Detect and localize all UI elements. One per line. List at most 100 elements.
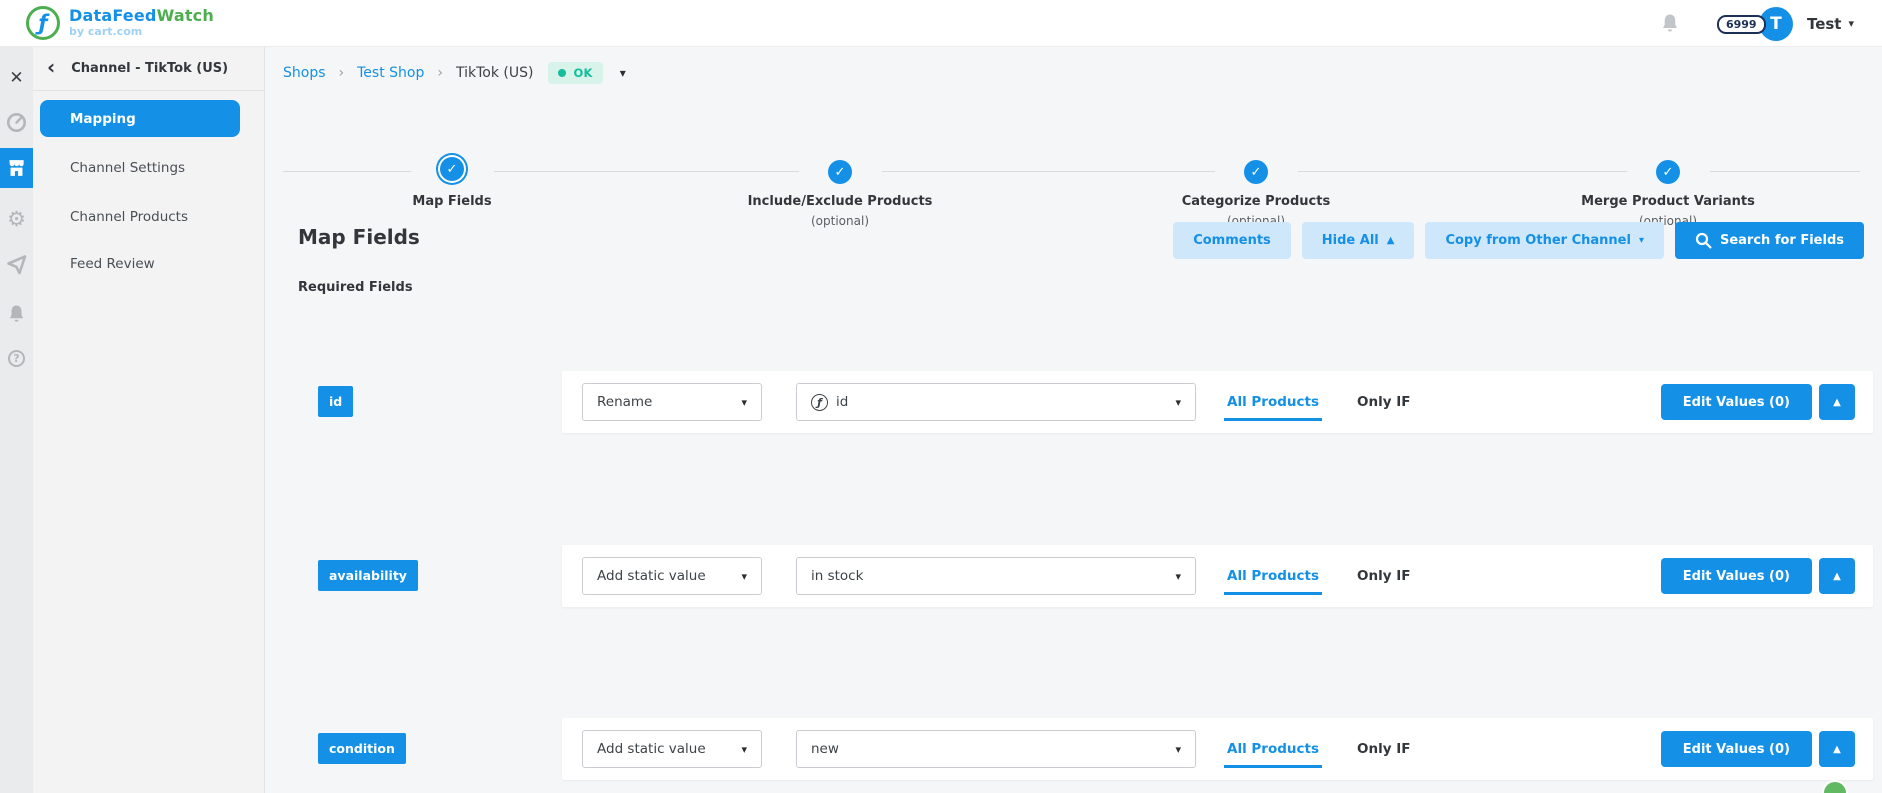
step-label-map-fields[interactable]: Map Fields	[302, 194, 602, 209]
mapping-row-card: Add static value ▾ in stock ▾ All Products…	[562, 545, 1873, 607]
step-map-fields-check-icon[interactable]: ✓	[440, 157, 464, 181]
notifications-bell-icon[interactable]	[1659, 13, 1681, 35]
icon-rail: ✕ ⚙ ?	[0, 47, 33, 793]
rail-dashboard-button[interactable]	[0, 105, 33, 139]
breadcrumb-channel: TikTok (US)	[455, 65, 534, 81]
required-fields-label: Required Fields	[298, 280, 413, 295]
tab-all-products[interactable]: All Products	[1224, 394, 1322, 421]
stepper-line	[1710, 171, 1860, 172]
value-select[interactable]: in stock ▾	[796, 557, 1196, 595]
field-chip: id	[318, 386, 354, 417]
caret-up-icon: ▲	[1386, 235, 1395, 246]
close-icon: ✕	[9, 68, 24, 88]
caret-up-icon: ▲	[1833, 743, 1841, 755]
back-chevron-icon[interactable]: ‹	[47, 57, 55, 77]
breadcrumb-test-shop[interactable]: Test Shop	[357, 65, 424, 81]
caret-down-icon: ▾	[1175, 395, 1181, 409]
account-avatar-group[interactable]: 6999 T	[1716, 6, 1793, 41]
collapse-row-button[interactable]: ▲	[1819, 558, 1855, 594]
strategy-select[interactable]: Add static value ▾	[582, 730, 762, 768]
account-menu[interactable]: Test ▾	[1807, 15, 1854, 33]
datafeedwatch-app: ƒ DataFeedWatch by cart.com 6999 T Test …	[0, 0, 1882, 793]
brand-tagline: by cart.com	[69, 25, 143, 39]
mapping-row-condition: condition Add static value ▾ new ▾ All Pro…	[265, 718, 1882, 780]
credits-badge: 6999	[1716, 14, 1766, 34]
step-label-categorize[interactable]: Categorize Products	[1106, 194, 1406, 209]
tab-all-products[interactable]: All Products	[1224, 741, 1322, 768]
collapse-row-button[interactable]: ▲	[1819, 384, 1855, 420]
stepper-line	[283, 171, 411, 172]
stepper-line	[1298, 171, 1627, 172]
step-label-merge-variants[interactable]: Merge Product Variants	[1518, 194, 1818, 209]
step-label-include-exclude[interactable]: Include/Exclude Products	[690, 194, 990, 209]
tab-all-products[interactable]: All Products	[1224, 568, 1322, 595]
search-icon	[1695, 232, 1712, 249]
value-select[interactable]: ƒ id ▾	[796, 383, 1196, 421]
gauge-icon	[7, 112, 26, 132]
progress-stepper: ✓ ✓ ✓ ✓ Map Fields Include/Exclude Produ…	[265, 100, 1882, 235]
question-icon: ?	[8, 349, 25, 367]
caret-down-icon: ▾	[741, 569, 747, 583]
sidebar-item-channel-products[interactable]: Channel Products	[70, 209, 188, 225]
paper-plane-icon	[6, 255, 26, 275]
sidebar-item-feed-review[interactable]: Feed Review	[70, 256, 155, 272]
hide-all-button[interactable]: Hide All ▲	[1301, 222, 1415, 259]
brand-logo[interactable]: ƒ DataFeedWatch by cart.com	[0, 6, 214, 40]
mapping-row-id: id Rename ▾ ƒ id ▾ All Products Only IF Ed…	[265, 371, 1882, 433]
tab-only-if[interactable]: Only IF	[1357, 394, 1410, 410]
mapping-toolbar: Comments Hide All ▲ Copy from Other Chann…	[1173, 222, 1864, 259]
tab-only-if[interactable]: Only IF	[1357, 741, 1410, 757]
rail-help-button[interactable]: ?	[0, 341, 33, 375]
mapping-row-availability: availability Add static value ▾ in stock ▾…	[265, 545, 1882, 607]
caret-down-icon: ▾	[1175, 569, 1181, 583]
rail-shops-button[interactable]	[0, 148, 33, 188]
rail-notifications-button[interactable]	[0, 297, 33, 331]
sidebar-header: ‹ Channel - TikTok (US)	[33, 47, 264, 91]
rail-settings-button[interactable]: ⚙	[0, 202, 33, 236]
breadcrumb-shops[interactable]: Shops	[283, 65, 326, 81]
edit-values-button[interactable]: Edit Values (0)	[1660, 384, 1812, 420]
page-title: Map Fields	[298, 225, 420, 249]
rail-send-button[interactable]	[0, 248, 33, 282]
status-dot-icon	[558, 69, 567, 77]
sidebar-item-mapping[interactable]: Mapping	[40, 100, 240, 137]
breadcrumb-separator-icon: ›	[437, 65, 443, 81]
strategy-select[interactable]: Add static value ▾	[582, 557, 762, 595]
close-panel-button[interactable]: ✕	[0, 61, 33, 95]
edit-values-button[interactable]: Edit Values (0)	[1660, 558, 1812, 594]
channel-dropdown-caret-icon[interactable]: ▾	[620, 66, 626, 80]
sidebar-title: Channel - TikTok (US)	[71, 61, 229, 76]
field-chip: availability	[318, 560, 418, 591]
stepper-line	[882, 171, 1215, 172]
brand-name: DataFeedWatch	[69, 6, 214, 26]
mapping-row-card: Add static value ▾ new ▾ All Products Only…	[562, 718, 1873, 780]
collapse-row-button[interactable]: ▲	[1819, 731, 1855, 767]
search-for-fields-button[interactable]: Search for Fields	[1674, 222, 1864, 259]
caret-up-icon: ▲	[1833, 396, 1841, 408]
step-merge-variants-check-icon[interactable]: ✓	[1656, 160, 1680, 184]
account-name: Test	[1806, 14, 1842, 33]
store-icon	[9, 160, 24, 176]
strategy-select[interactable]: Rename ▾	[582, 383, 762, 421]
value-select[interactable]: new ▾	[796, 730, 1196, 768]
mapping-row-card: Rename ▾ ƒ id ▾ All Products Only IF Edit …	[562, 371, 1873, 433]
gear-icon: ⚙	[7, 206, 26, 231]
sidebar-item-channel-settings[interactable]: Channel Settings	[70, 160, 185, 176]
edit-values-button[interactable]: Edit Values (0)	[1660, 731, 1812, 767]
step-categorize-check-icon[interactable]: ✓	[1244, 160, 1268, 184]
caret-down-icon: ▾	[741, 395, 747, 409]
comments-button[interactable]: Comments	[1173, 222, 1291, 259]
caret-down-icon: ▾	[741, 742, 747, 756]
step-note-optional: (optional)	[811, 214, 869, 228]
copy-from-other-channel-button[interactable]: Copy from Other Channel ▾	[1425, 222, 1664, 259]
field-chip: condition	[318, 733, 406, 764]
step-include-exclude-check-icon[interactable]: ✓	[828, 160, 852, 184]
breadcrumb: Shops › Test Shop › TikTok (US) OK ▾	[283, 60, 626, 86]
stepper-line	[494, 171, 799, 172]
channel-status-badge: OK	[548, 62, 603, 84]
caret-down-icon: ▾	[1175, 742, 1181, 756]
caret-up-icon: ▲	[1833, 570, 1841, 582]
dfw-field-icon: ƒ	[811, 393, 828, 411]
tab-only-if[interactable]: Only IF	[1357, 568, 1410, 584]
bell-icon	[9, 305, 24, 322]
